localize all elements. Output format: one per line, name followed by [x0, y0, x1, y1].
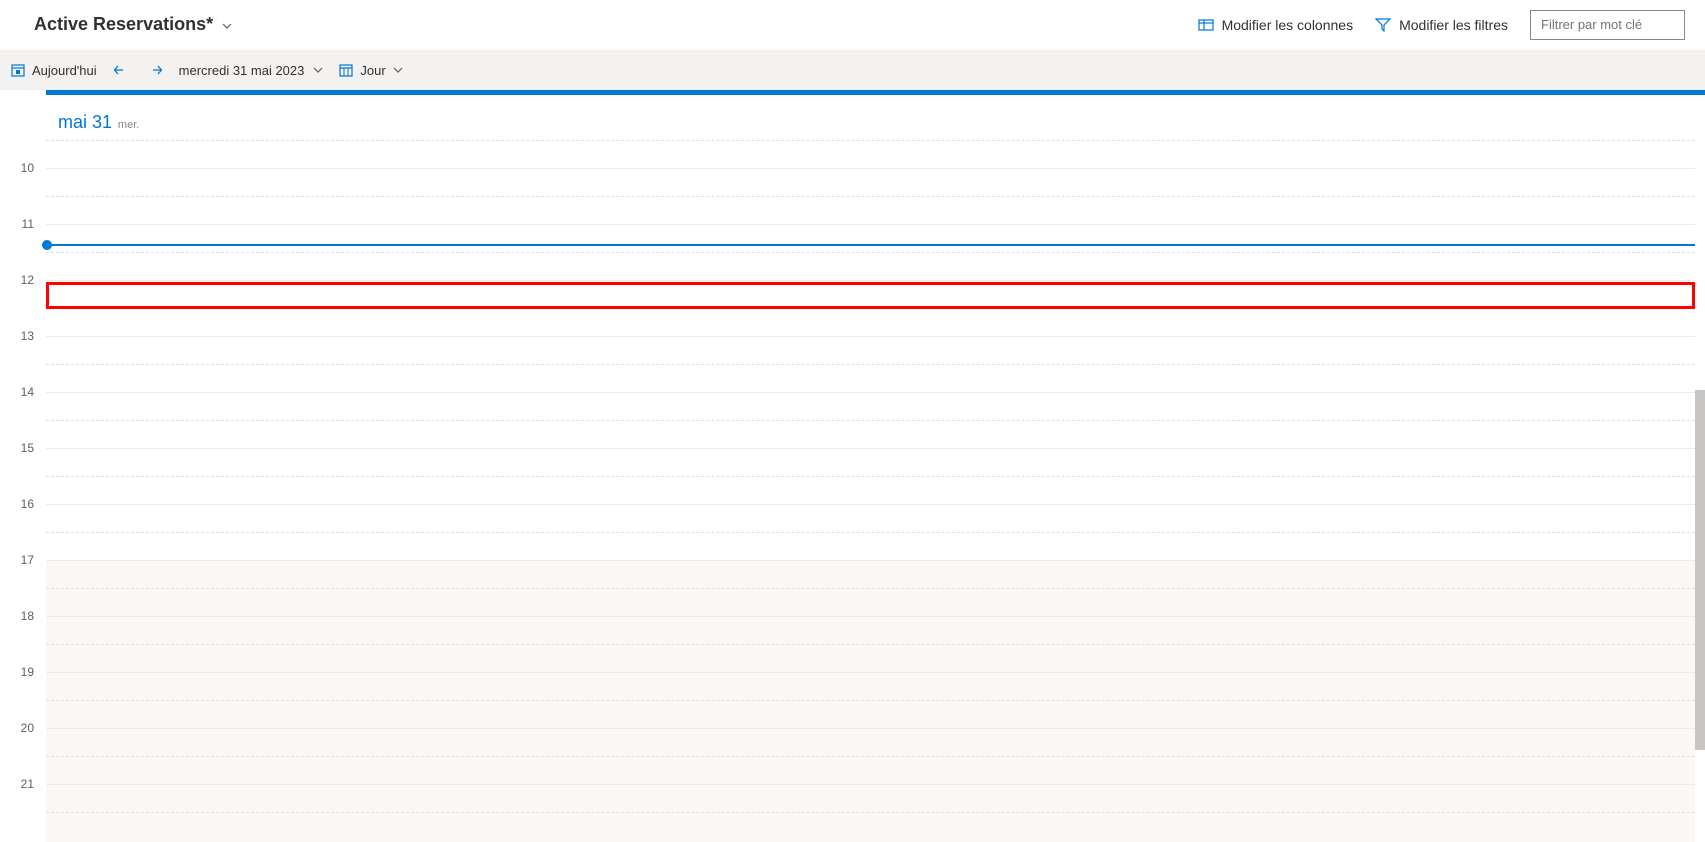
view-type-button[interactable]: Jour	[338, 62, 403, 78]
chevron-down-icon	[312, 64, 324, 76]
calendar-grid[interactable]	[46, 90, 1695, 842]
view-title: Active Reservations*	[34, 14, 213, 35]
time-label: 13	[21, 329, 34, 343]
header-actions: Modifier les colonnes Modifier les filtr…	[1198, 10, 1685, 40]
time-slot[interactable]	[46, 336, 1695, 392]
day-header-main: mai 31	[58, 112, 112, 132]
time-slot[interactable]	[46, 672, 1695, 728]
calendar-today-icon	[10, 62, 26, 78]
time-label: 12	[21, 273, 34, 287]
time-slot[interactable]	[46, 392, 1695, 448]
calendar-view-icon	[338, 62, 354, 78]
date-picker-button[interactable]: mercredi 31 mai 2023	[179, 63, 325, 78]
current-time-indicator	[46, 244, 1695, 246]
prev-arrow-icon[interactable]	[111, 62, 127, 78]
view-type-label: Jour	[360, 63, 385, 78]
keyword-filter-input[interactable]	[1530, 10, 1685, 40]
day-top-bar	[46, 90, 1705, 95]
time-slot[interactable]	[46, 280, 1695, 336]
header-bar: Active Reservations* Modifier les colonn…	[0, 0, 1705, 50]
day-header-weekday: mer.	[118, 119, 139, 131]
time-label: 18	[21, 609, 34, 623]
chevron-down-icon	[221, 19, 233, 31]
time-slot[interactable]	[46, 448, 1695, 504]
time-slot[interactable]	[46, 560, 1695, 616]
time-label: 10	[21, 161, 34, 175]
modify-columns-label: Modifier les colonnes	[1222, 17, 1354, 33]
modify-filters-button[interactable]: Modifier les filtres	[1375, 17, 1508, 33]
time-axis: 10 11 12 13 14 15 16 17 18 19 20 21	[0, 90, 46, 842]
chevron-down-icon	[392, 64, 404, 76]
time-label: 19	[21, 665, 34, 679]
date-nav	[111, 62, 165, 78]
time-slot[interactable]	[46, 728, 1695, 784]
time-label: 16	[21, 497, 34, 511]
day-header[interactable]: mai 31 mer.	[58, 112, 139, 133]
vertical-scrollbar[interactable]	[1695, 390, 1705, 750]
time-label: 14	[21, 385, 34, 399]
time-label: 20	[21, 721, 34, 735]
time-label: 21	[21, 777, 34, 791]
today-label: Aujourd'hui	[32, 63, 97, 78]
time-slot[interactable]	[46, 168, 1695, 224]
halfhour-gridline	[46, 140, 1695, 141]
time-slot[interactable]	[46, 224, 1695, 280]
time-label: 15	[21, 441, 34, 455]
calendar-body: mai 31 mer. 10 11 12 13 14 15 16 17 18 19 20 21	[0, 90, 1705, 842]
time-slot[interactable]	[46, 616, 1695, 672]
time-label: 11	[22, 217, 34, 231]
time-label: 17	[21, 553, 34, 567]
filter-icon	[1375, 17, 1391, 33]
time-slot[interactable]	[46, 504, 1695, 560]
current-date-label: mercredi 31 mai 2023	[179, 63, 305, 78]
columns-icon	[1198, 17, 1214, 33]
modify-columns-button[interactable]: Modifier les colonnes	[1198, 17, 1354, 33]
next-arrow-icon[interactable]	[149, 62, 165, 78]
today-button[interactable]: Aujourd'hui	[10, 62, 97, 78]
time-slot[interactable]	[46, 784, 1695, 840]
view-selector[interactable]: Active Reservations*	[34, 14, 233, 35]
modify-filters-label: Modifier les filtres	[1399, 17, 1508, 33]
calendar-toolbar: Aujourd'hui mercredi 31 mai 2023 Jour	[0, 50, 1705, 90]
